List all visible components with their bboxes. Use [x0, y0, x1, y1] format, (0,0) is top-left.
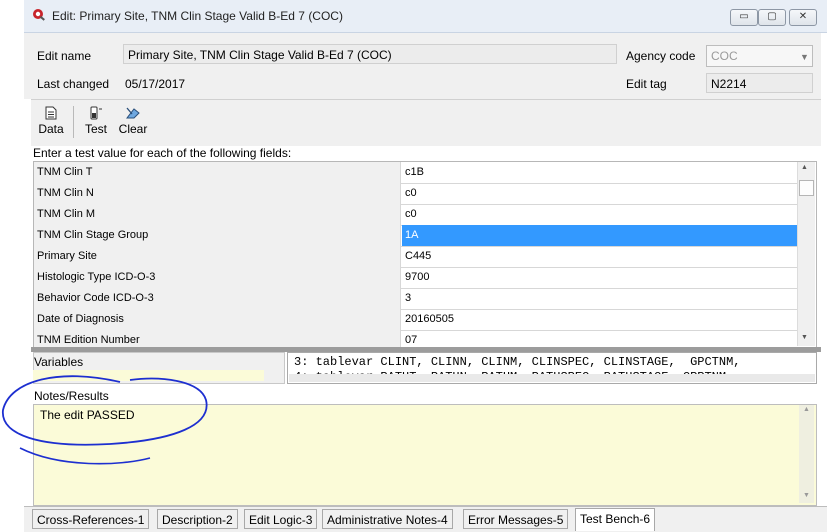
grid-row[interactable]: Date of Diagnosis 20160505 [34, 309, 800, 331]
field-value-cell[interactable]: 1A [402, 225, 800, 246]
scroll-up-icon[interactable]: ▲ [803, 406, 810, 413]
field-value-cell[interactable]: c0 [402, 204, 800, 225]
notes-scrollbar[interactable] [799, 405, 814, 503]
field-value-cell[interactable]: 3 [402, 288, 800, 309]
clear-button[interactable]: Clear [117, 106, 149, 136]
eraser-icon [117, 106, 149, 122]
edit-name-label: Edit name [37, 49, 92, 63]
close-icon: ✕ [798, 11, 808, 22]
chevron-down-icon[interactable]: ▼ [800, 52, 809, 62]
code-horizontal-scrollbar[interactable] [289, 374, 815, 382]
field-value-cell[interactable]: 9700 [402, 267, 800, 288]
field-name-cell: Behavior Code ICD-O-3 [34, 288, 401, 309]
field-value-cell[interactable]: c0 [402, 183, 800, 204]
grid-row[interactable]: TNM Clin Tc1B [34, 162, 800, 184]
field-name-cell: TNM Clin Stage Group [34, 225, 401, 246]
minimize-icon: ▭ [739, 11, 749, 22]
edit-tag-field: N2214 [706, 73, 813, 93]
edit-app-icon [32, 8, 46, 22]
document-icon [36, 106, 66, 122]
agency-code-label: Agency code [626, 49, 696, 63]
last-changed-value: 05/17/2017 [125, 77, 186, 91]
tab-test-bench[interactable]: Test Bench-6 [575, 508, 656, 531]
tab-edit-logic[interactable]: Edit Logic-3 [244, 509, 318, 529]
toolbar [31, 99, 821, 146]
grid-row[interactable]: TNM Clin Nc0 [34, 183, 800, 205]
grid-row[interactable]: Behavior Code ICD-O-3 3 [34, 288, 800, 310]
field-value-cell[interactable]: C445 [402, 246, 800, 267]
field-name-cell: Date of Diagnosis [34, 309, 401, 330]
maximize-icon: ▢ [767, 11, 777, 22]
test-button-label: Test [84, 122, 107, 136]
test-tube-icon [80, 106, 112, 122]
scroll-down-icon[interactable]: ▼ [803, 492, 810, 499]
clear-button-label: Clear [118, 122, 148, 136]
field-name-cell: Primary Site [34, 246, 401, 267]
grid-row[interactable]: TNM Clin Mc0 [34, 204, 800, 226]
tab-description[interactable]: Description-2 [157, 509, 238, 529]
agency-code-select[interactable]: COC [706, 45, 813, 67]
window-title: Edit: Primary Site, TNM Clin Stage Valid… [52, 9, 343, 23]
grid-scroll-thumb[interactable] [799, 180, 814, 196]
close-button[interactable]: ✕ [789, 9, 817, 26]
maximize-button[interactable]: ▢ [758, 9, 786, 26]
code-line: 3: tablevar CLINT, CLINN, CLINM, CLINSPE… [294, 355, 741, 369]
test-instructions: Enter a test value for each of the follo… [33, 146, 292, 160]
grid-row-selected[interactable]: TNM Clin Stage Group 1A [34, 225, 800, 247]
field-name-cell: TNM Clin T [34, 162, 401, 183]
tab-cross-references[interactable]: Cross-References-1 [32, 509, 150, 529]
field-name-cell: TNM Clin M [34, 204, 401, 225]
last-changed-label: Last changed [37, 77, 110, 91]
tab-error-messages[interactable]: Error Messages-5 [463, 509, 569, 529]
data-button-label: Data [38, 122, 64, 136]
grid-row[interactable]: Histologic Type ICD-O-3 9700 [34, 267, 800, 289]
hand-drawn-circle-annotation [2, 375, 208, 465]
edit-tag-label: Edit tag [626, 77, 667, 91]
test-button[interactable]: Test [80, 106, 112, 136]
grid-row[interactable]: Primary Site C445 [34, 246, 800, 268]
edit-name-field[interactable]: Primary Site, TNM Clin Stage Valid B-Ed … [123, 44, 617, 64]
scroll-down-icon[interactable]: ▼ [801, 334, 808, 341]
field-value-cell[interactable]: c1B [402, 162, 800, 183]
field-name-cell: TNM Clin N [34, 183, 401, 204]
data-button[interactable]: Data [36, 106, 66, 136]
field-name-cell: Histologic Type ICD-O-3 [34, 267, 401, 288]
tab-administrative-notes[interactable]: Administrative Notes-4 [322, 509, 453, 529]
test-values-grid: TNM Clin Tc1B TNM Clin Nc0 TNM Clin Mc0 … [33, 161, 817, 349]
scroll-up-icon[interactable]: ▲ [801, 164, 808, 171]
toolbar-separator [73, 106, 74, 138]
field-value-cell[interactable]: 20160505 [402, 309, 800, 330]
minimize-button[interactable]: ▭ [730, 9, 758, 26]
variables-label: Variables [34, 355, 84, 369]
